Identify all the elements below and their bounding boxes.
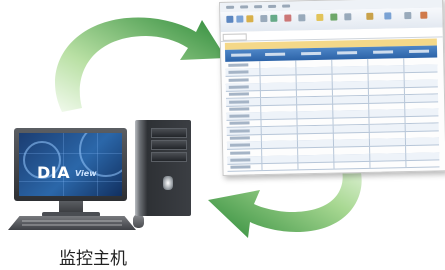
monitor-screen: DIA View [19, 133, 122, 196]
power-button-icon [163, 176, 173, 190]
caption-monitoring-host: 监控主机 [59, 249, 127, 269]
keyboard-icon [8, 216, 136, 230]
monitor-icon: DIA View [14, 128, 127, 201]
screen-logo-sub: View [75, 169, 97, 178]
sheet-rows [225, 57, 440, 173]
screen-logo-main: DIA [37, 163, 71, 182]
pc-tower-icon [135, 120, 191, 216]
mouse-icon [133, 214, 144, 228]
curved-arrow-top-icon [55, 17, 226, 112]
spreadsheet-window [219, 0, 445, 176]
